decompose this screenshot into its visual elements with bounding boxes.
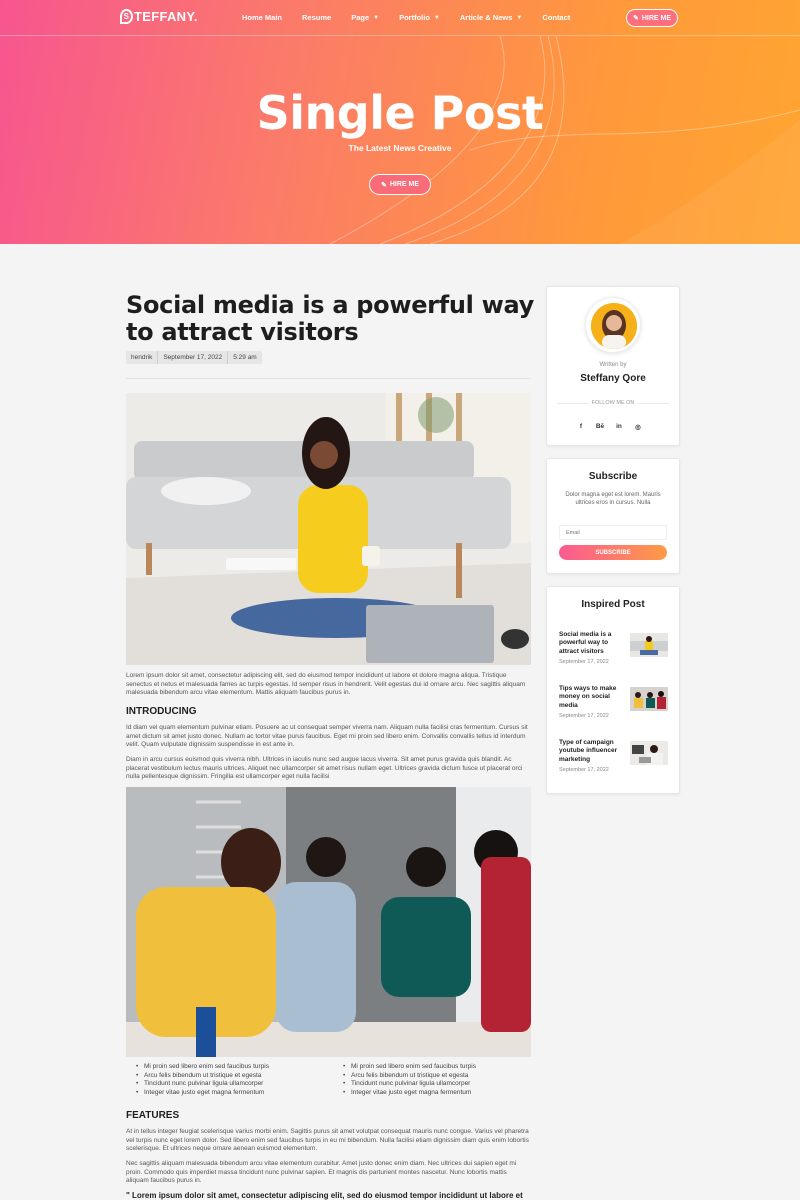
nav-item-page[interactable]: Page ▼ [351, 13, 379, 22]
top-navbar: S TEFFANY. Home Main Resume Page ▼ Portfo… [0, 0, 800, 36]
feature-list-right: Mi proin sed libero enim sed faucibus tu… [341, 1063, 476, 1098]
author-name: Steffany Qore [580, 373, 646, 384]
chevron-down-icon: ▼ [373, 14, 380, 21]
featured-image [126, 393, 531, 665]
subscribe-title: Subscribe [588, 471, 638, 482]
post-time: 5:29 am [233, 354, 257, 361]
section-heading-introducing: INTRODUCING [126, 706, 197, 717]
inspired-post-item[interactable]: Type of campaign youtube influencer mark… [559, 739, 671, 783]
pen-nib-icon: ✎ [380, 181, 387, 189]
inspired-post-thumbnail [630, 687, 668, 711]
nav-label: Page [351, 13, 370, 22]
inspired-post-title: Social media is a powerful way to attrac… [559, 631, 612, 655]
post-author[interactable]: hendrik [126, 351, 159, 364]
instagram-icon[interactable]: ◎ [633, 423, 643, 431]
nav-item-portfolio[interactable]: Portfolio ▼ [399, 13, 440, 22]
inspired-post-item[interactable]: Social media is a powerful way to attrac… [559, 631, 671, 675]
inspired-post-thumbnail [630, 633, 668, 657]
facebook-icon[interactable]: f [576, 423, 586, 431]
post-meta: hendrik September 17, 2022 5:29 am [126, 351, 262, 364]
list-item: Mi proin sed libero enim sed faucibus tu… [341, 1063, 476, 1072]
nav-label: Contact [542, 13, 571, 22]
features-paragraph-1: At in tellus integer feugiat scelerisque… [126, 1128, 529, 1153]
nav-label: Home Main [242, 13, 283, 22]
hero-banner: S TEFFANY. Home Main Resume Page ▼ Portfo… [0, 0, 800, 244]
inspired-post-title: Type of campaign youtube influencer mark… [559, 739, 618, 763]
list-item: Mi proin sed libero enim sed faucibus tu… [134, 1063, 269, 1072]
inspired-post-title: Tips ways to make money on social media [559, 685, 617, 709]
chevron-down-icon: ▼ [433, 14, 440, 21]
list-item: Arcu felis bibendum ut tristique et eges… [341, 1072, 476, 1081]
divider [126, 378, 531, 379]
inspired-post-date: September 17, 2022 [559, 659, 609, 665]
inspired-post-date: September 17, 2022 [559, 713, 609, 719]
inspired-post-thumbnail [630, 741, 668, 765]
nav-item-resume[interactable]: Resume [302, 13, 331, 22]
team-image [126, 787, 531, 1057]
avatar [585, 297, 641, 353]
behance-icon[interactable]: Bē [595, 423, 605, 431]
subscribe-card: Subscribe Dolor magna eget est lorem. Ma… [546, 458, 680, 574]
hero-hire-me-button[interactable]: ✎ HIRE ME [369, 174, 431, 195]
pen-nib-icon: ✎ [632, 15, 639, 22]
list-item: Integer vitae justo eget magna fermentum [134, 1089, 269, 1098]
follow-label: FOLLOW ME ON [557, 400, 669, 406]
inspired-title: Inspired Post [581, 599, 645, 610]
page-title: Single Post [256, 86, 544, 140]
author-card: Written by Steffany Qore FOLLOW ME ON f … [546, 286, 680, 446]
linkedin-icon[interactable]: in [614, 423, 624, 431]
blockquote: " Lorem ipsum dolor sit amet, consectetu… [126, 1191, 523, 1200]
nav-item-contact[interactable]: Contact [542, 13, 570, 22]
list-item: Integer vitae justo eget magna fermentum [341, 1089, 476, 1098]
nav-label: Article & News [459, 13, 513, 22]
logo-text: TEFFANY. [134, 9, 198, 24]
introducing-paragraph-2: Diam in arcu cursus euismod quis viverra… [126, 756, 523, 781]
main-nav: Home Main Resume Page ▼ Portfolio ▼ Articl… [242, 13, 590, 22]
hire-me-button[interactable]: ✎ HIRE ME [626, 9, 678, 27]
nav-label: Portfolio [399, 13, 430, 22]
list-item: Tincidunt nunc pulvinar ligula ullamcorp… [134, 1080, 269, 1089]
written-by-label: Written by [599, 362, 627, 368]
author-photo [591, 303, 637, 349]
logo-icon: S [120, 9, 133, 24]
subscribe-text: Dolor magna eget est lorem. Mauris ultri… [565, 492, 661, 507]
chevron-down-icon: ▼ [516, 14, 523, 21]
post-date: September 17, 2022 [158, 351, 229, 364]
inspired-post-date: September 17, 2022 [559, 767, 609, 773]
logo[interactable]: S TEFFANY. [120, 9, 198, 24]
features-paragraph-2: Nec sagittis aliquam malesuada bibendum … [126, 1160, 517, 1185]
intro-paragraph: Lorem ipsum dolor sit amet, consectetur … [126, 672, 526, 697]
follow-label-text: FOLLOW ME ON [591, 400, 635, 406]
subscribe-button[interactable]: SUBSCRIBE [559, 545, 667, 560]
introducing-paragraph-1: Id diam vel quam elementum pulvinar etia… [126, 724, 528, 749]
page-subtitle: The Latest News Creative [348, 143, 452, 153]
nav-label: Resume [302, 13, 332, 22]
inspired-post-card: Inspired Post Social media is a powerful… [546, 586, 680, 794]
email-field[interactable] [559, 525, 667, 540]
section-heading-features: FEATURES [126, 1110, 180, 1121]
nav-item-home-main[interactable]: Home Main [242, 13, 282, 22]
list-item: Tincidunt nunc pulvinar ligula ullamcorp… [341, 1080, 476, 1089]
social-links: f Bē in ◎ [576, 423, 643, 431]
post-title: Social media is a powerful way to attrac… [126, 291, 535, 346]
inspired-post-item[interactable]: Tips ways to make money on social media … [559, 685, 671, 729]
list-item: Arcu felis bibendum ut tristique et eges… [134, 1072, 269, 1081]
hire-me-label: HIRE ME [389, 181, 420, 188]
nav-item-article-news[interactable]: Article & News ▼ [460, 13, 522, 22]
hire-me-label: HIRE ME [641, 14, 672, 22]
feature-list-left: Mi proin sed libero enim sed faucibus tu… [134, 1063, 269, 1098]
